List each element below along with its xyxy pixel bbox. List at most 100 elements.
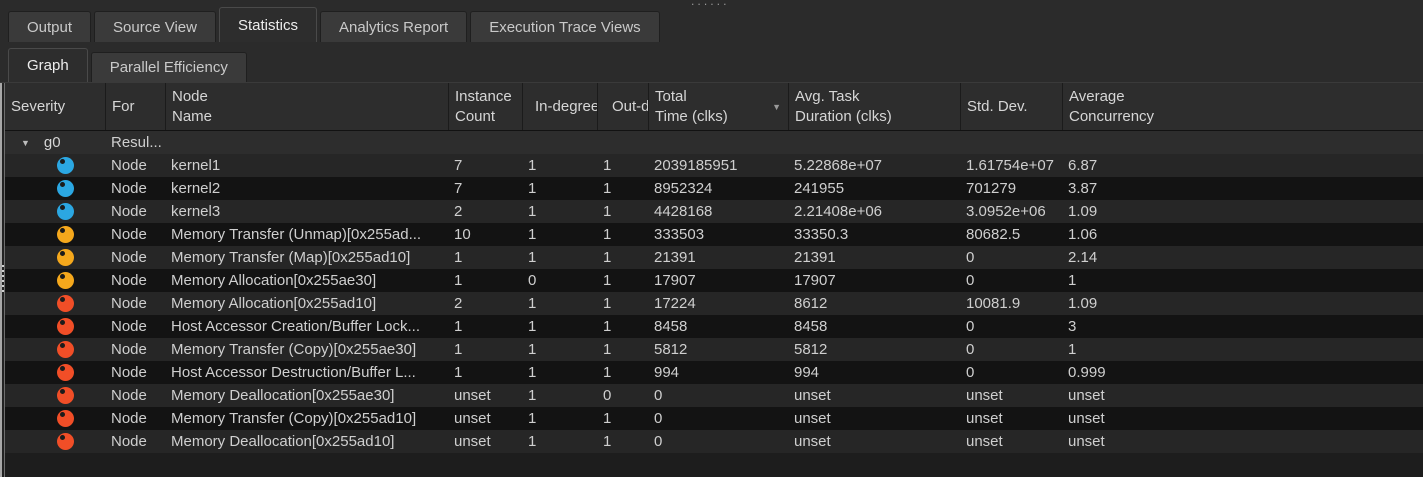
severity-error-icon	[57, 364, 74, 381]
column-header-outdegree[interactable]: Out-d	[597, 83, 648, 130]
cell-out-degree: 1	[597, 433, 648, 450]
severity-cell	[5, 249, 105, 267]
cell-std-dev: 701279	[960, 180, 1062, 197]
column-header-avg[interactable]: Avg. TaskDuration (clks)	[788, 83, 960, 130]
cell-average-concurrency: unset	[1062, 410, 1111, 427]
table-row[interactable]: Node Memory Allocation[0x255ad10] 2 1 1 …	[5, 292, 1423, 315]
severity-cell	[5, 272, 105, 290]
column-header-label: Instance	[455, 87, 516, 107]
main-tab-analytics-report[interactable]: Analytics Report	[320, 11, 467, 42]
table-row[interactable]: Node Memory Transfer (Map)[0x255ad10] 1 …	[5, 246, 1423, 269]
severity-error-icon	[57, 410, 74, 427]
cell-total-time: 0	[648, 387, 788, 404]
cell-avg-task-duration: 2.21408e+06	[788, 203, 960, 220]
view-tab-graph[interactable]: Graph	[8, 48, 88, 82]
column-header-label: For	[112, 97, 159, 117]
column-header-label: Name	[172, 107, 442, 127]
cell-instance-count: 1	[448, 249, 522, 266]
severity-warning-icon	[57, 249, 74, 266]
cell-avg-task-duration: 8612	[788, 295, 960, 312]
cell-avg-task-duration: 21391	[788, 249, 960, 266]
cell-instance-count: 1	[448, 272, 522, 289]
cell-instance-count: 2	[448, 295, 522, 312]
severity-cell	[5, 387, 105, 405]
cell-total-time: 8952324	[648, 180, 788, 197]
cell-node-name: Memory Allocation[0x255ad10]	[165, 295, 448, 312]
cell-in-degree: 1	[522, 249, 597, 266]
column-header-label: Node	[172, 87, 442, 107]
cell-std-dev: 3.0952e+06	[960, 203, 1062, 220]
table-row[interactable]: Node Memory Deallocation[0x255ae30] unse…	[5, 384, 1423, 407]
table-row[interactable]: Node kernel2 7 1 1 8952324 241955 701279…	[5, 177, 1423, 200]
cell-instance-count: unset	[448, 387, 522, 404]
cell-instance-count: 7	[448, 157, 522, 174]
cell-instance-count: 2	[448, 203, 522, 220]
severity-error-icon	[57, 295, 74, 312]
column-header-name[interactable]: NodeName	[165, 83, 448, 130]
column-header-label: Std. Dev.	[967, 97, 1056, 117]
table-row[interactable]: Node kernel3 2 1 1 4428168 2.21408e+06 3…	[5, 200, 1423, 223]
cell-out-degree: 1	[597, 318, 648, 335]
table-row[interactable]: Node kernel1 7 1 1 2039185951 5.22868e+0…	[5, 154, 1423, 177]
cell-node-name: Memory Transfer (Map)[0x255ad10]	[165, 249, 448, 266]
column-header-label: Count	[455, 107, 516, 127]
statistics-table-panel: SeverityForNodeNameInstanceCountIn-degre…	[0, 82, 1423, 477]
statistics-grid: SeverityForNodeNameInstanceCountIn-degre…	[5, 83, 1423, 453]
cell-instance-count: 1	[448, 341, 522, 358]
cell-out-degree: 1	[597, 410, 648, 427]
splitter-grip-icon	[2, 265, 4, 293]
cell-node-name: Memory Deallocation[0x255ad10]	[165, 433, 448, 450]
column-header-std[interactable]: Std. Dev.	[960, 83, 1062, 130]
table-row[interactable]: Node Memory Transfer (Unmap)[0x255ad... …	[5, 223, 1423, 246]
severity-cell	[5, 318, 105, 336]
severity-info-icon	[57, 180, 74, 197]
cell-in-degree: 1	[522, 387, 597, 404]
expand-collapse-icon[interactable]: ▼	[21, 138, 30, 148]
cell-for: Node	[105, 157, 165, 174]
cell-in-degree: 1	[522, 226, 597, 243]
sort-descending-icon: ▼	[772, 101, 781, 113]
cell-average-concurrency: 1.09	[1062, 295, 1103, 312]
severity-info-icon	[57, 203, 74, 220]
severity-cell	[5, 180, 105, 198]
column-header-severity[interactable]: Severity	[5, 83, 105, 130]
column-header-total[interactable]: TotalTime (clks)▼	[648, 83, 788, 130]
cell-node-name: Memory Transfer (Unmap)[0x255ad...	[165, 226, 448, 243]
cell-std-dev: 80682.5	[960, 226, 1062, 243]
column-header-indegree[interactable]: In-degree	[522, 83, 597, 130]
table-row[interactable]: Node Host Accessor Destruction/Buffer L.…	[5, 361, 1423, 384]
cell-total-time: 0	[648, 410, 788, 427]
cell-out-degree: 1	[597, 249, 648, 266]
table-row[interactable]: Node Memory Transfer (Copy)[0x255ad10] u…	[5, 407, 1423, 430]
table-row[interactable]: Node Host Accessor Creation/Buffer Lock.…	[5, 315, 1423, 338]
group-id-label: g0	[44, 134, 61, 151]
main-tab-statistics[interactable]: Statistics	[219, 7, 317, 42]
main-tab-execution-trace-views[interactable]: Execution Trace Views	[470, 11, 659, 42]
cell-node-name: Memory Allocation[0x255ae30]	[165, 272, 448, 289]
cell-in-degree: 1	[522, 341, 597, 358]
group-row[interactable]: ▼g0 Resul...	[5, 131, 1423, 154]
cell-average-concurrency: unset	[1062, 433, 1111, 450]
column-header-for[interactable]: For	[105, 83, 165, 130]
main-tab-source-view[interactable]: Source View	[94, 11, 216, 42]
cell-total-time: 8458	[648, 318, 788, 335]
table-row[interactable]: Node Memory Allocation[0x255ae30] 1 0 1 …	[5, 269, 1423, 292]
main-tab-output[interactable]: Output	[8, 11, 91, 42]
cell-total-time: 2039185951	[648, 157, 788, 174]
window-drag-handle[interactable]: ......	[690, 0, 729, 7]
severity-error-icon	[57, 341, 74, 358]
cell-for: Node	[105, 295, 165, 312]
column-header-label: Out-d	[612, 97, 642, 117]
table-row[interactable]: Node Memory Transfer (Copy)[0x255ae30] 1…	[5, 338, 1423, 361]
view-tab-parallel-efficiency[interactable]: Parallel Efficiency	[91, 52, 247, 82]
cell-out-degree: 1	[597, 364, 648, 381]
column-header-conc[interactable]: AverageConcurrency	[1062, 83, 1423, 130]
cell-out-degree: 0	[597, 387, 648, 404]
table-row[interactable]: Node Memory Deallocation[0x255ad10] unse…	[5, 430, 1423, 453]
cell-total-time: 21391	[648, 249, 788, 266]
cell-std-dev: 0	[960, 364, 1062, 381]
cell-node-name: Memory Transfer (Copy)[0x255ad10]	[165, 410, 448, 427]
cell-node-name: Host Accessor Creation/Buffer Lock...	[165, 318, 448, 335]
column-header-instance[interactable]: InstanceCount	[448, 83, 522, 130]
splitter-handle[interactable]	[0, 83, 5, 477]
